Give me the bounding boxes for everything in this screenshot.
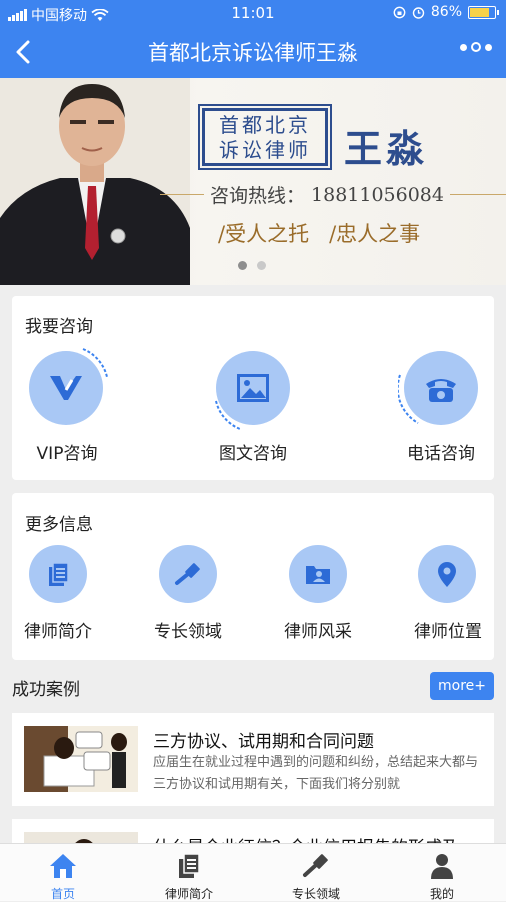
battery-icon [468,5,499,19]
case-item[interactable]: 三方协议、试用期和合同问题 应届生在就业过程中遇到的问题和纠纷，总结起来大都与三… [12,713,494,806]
back-chevron-icon[interactable] [10,35,40,69]
gavel-icon [303,854,328,877]
phone-consult-button[interactable] [398,351,478,425]
vip-consult-button[interactable] [29,348,108,425]
orientation-lock-icon [393,6,406,18]
nav-bar: 首都北京诉讼律师王淼 [0,26,506,78]
folder-user-icon [306,566,330,584]
case-description: 应届生在就业过程中遇到的问题和纠纷，总结起来大都与三方协议和试用期有关，下面我们… [153,755,479,792]
vip-consult-label[interactable]: VIP咨询 [12,439,122,464]
carousel-dot[interactable] [257,261,266,270]
battery-percent: 86% [430,4,462,20]
carousel-dot[interactable] [238,261,247,270]
more-info-title: 更多信息 [25,515,93,535]
divider [450,194,506,195]
seal-line2: 诉讼律师 [219,138,311,162]
lawyer-name: 王淼 [344,126,429,171]
phone-icon [426,379,456,402]
tab-home[interactable]: 首页 [13,844,113,901]
tab-label: 专长领域 [291,887,340,901]
tab-mine[interactable]: 我的 [392,844,492,901]
lawyer-intro-button[interactable] [29,545,87,603]
alarm-icon [412,6,425,19]
tab-label: 我的 [429,887,454,901]
lawyer-location-label[interactable]: 律师位置 [402,617,494,642]
user-icon [431,854,453,879]
consult-title: 我要咨询 [25,317,93,337]
slogan-1: /受人之托 [218,222,310,246]
document-icon [179,853,200,878]
status-bar: 中国移动 11:01 86% [0,0,506,26]
tab-label: 首页 [50,887,75,901]
page-title: 首都北京诉讼律师王淼 [148,41,358,65]
lawyer-intro-label[interactable]: 律师简介 [12,617,104,642]
tab-label: 律师简介 [164,887,213,901]
vip-icon [50,376,82,400]
hotline-label: 咨询热线： [210,185,306,207]
lawyer-location-button[interactable] [418,545,476,603]
logo-seal: 首都北京 诉讼律师 [202,108,328,166]
tab-bar: 首页 律师简介 专长领域 我的 [0,843,506,901]
case-thumbnail [24,726,138,792]
banner-carousel[interactable]: 首都北京 诉讼律师 王淼 咨询热线： 18811056084 /受人之托 /忠人… [0,78,506,285]
divider [160,194,204,195]
lawyer-style-label[interactable]: 律师风采 [272,617,364,642]
image-consult-label[interactable]: 图文咨询 [198,439,308,464]
seal-line1: 首都北京 [219,113,311,137]
gavel-icon [175,563,200,585]
slogan-2: /忠人之事 [329,222,421,246]
hotline-number: 18811056084 [311,183,444,206]
slogan: /受人之托 /忠人之事 [218,218,420,248]
tab-lawyer-intro[interactable]: 律师简介 [139,844,239,901]
expertise-label[interactable]: 专长领域 [142,617,234,642]
case-title[interactable]: 三方协议、试用期和合同问题 [153,727,374,752]
cases-more-button[interactable]: more+ [430,672,494,700]
expertise-button[interactable] [159,545,217,603]
more-info-card: 更多信息 律师简介 专长领域 律师风采 律师位置 [12,493,494,660]
phone-consult-label[interactable]: 电话咨询 [386,439,496,464]
home-icon [50,854,76,878]
carousel-dots[interactable] [238,261,266,270]
image-consult-button[interactable] [215,351,290,430]
consult-card: 我要咨询 VIP咨询 图文咨询 电话咨询 [12,296,494,480]
cases-title: 成功案例 [12,680,80,700]
location-icon [438,562,456,587]
hotline[interactable]: 咨询热线： 18811056084 [160,181,506,208]
image-icon [237,374,269,402]
more-dots-icon[interactable] [460,42,492,52]
document-icon [49,562,69,586]
lawyer-style-button[interactable] [289,545,347,603]
tab-expertise[interactable]: 专长领域 [266,844,366,901]
